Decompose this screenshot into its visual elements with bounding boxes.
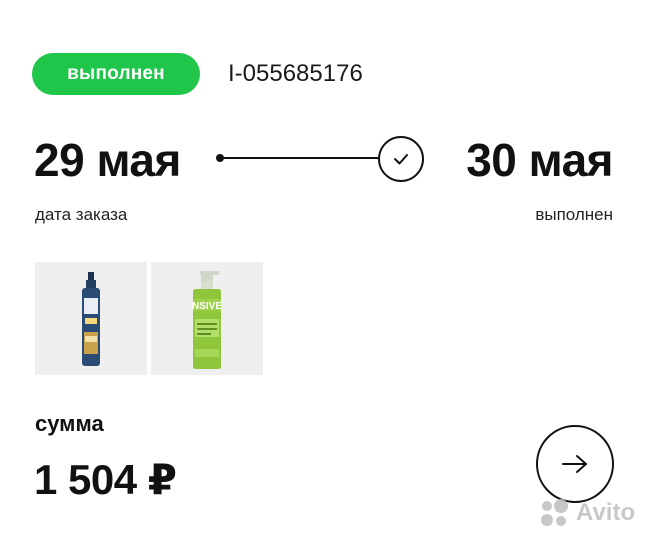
product-thumbnail[interactable]: NSIVE xyxy=(151,262,263,375)
arrow-right-icon xyxy=(562,455,587,473)
watermark-text: Avito xyxy=(576,499,636,526)
avito-logo-icon xyxy=(541,499,568,526)
avito-watermark: Avito xyxy=(538,498,635,528)
order-id: I-055685176 xyxy=(228,60,363,87)
status-badge: выполнен xyxy=(32,53,200,95)
order-date-label: дата заказа xyxy=(35,205,128,224)
completed-date: 30 мая xyxy=(466,134,613,186)
green-pump-bottle-icon: NSIVE xyxy=(192,270,222,369)
timeline-line xyxy=(218,157,382,159)
product-thumbnail[interactable] xyxy=(35,262,147,375)
check-icon xyxy=(378,136,424,182)
order-date: 29 мая xyxy=(34,134,181,186)
open-order-button[interactable] xyxy=(536,425,614,503)
product-brand-label: NSIVE xyxy=(192,301,222,312)
sum-value: 1 504 ₽ xyxy=(34,456,177,503)
completed-date-label: выполнен xyxy=(535,205,613,224)
blue-spray-bottle-icon xyxy=(82,271,100,366)
status-label: выполнен xyxy=(67,63,165,84)
sum-label: сумма xyxy=(35,411,104,436)
